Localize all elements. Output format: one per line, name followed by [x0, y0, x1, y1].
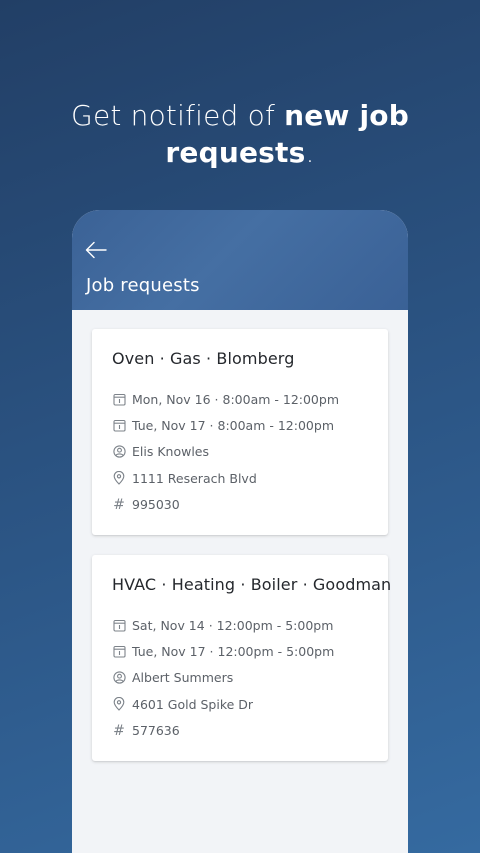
- phone-screen: Job requests Oven · Gas · Blomberg Mon, …: [72, 210, 408, 853]
- arrow-left-icon: [85, 241, 107, 259]
- app-bar: Job requests: [72, 210, 408, 310]
- back-button[interactable]: [82, 236, 110, 264]
- hash-icon: #: [113, 496, 125, 513]
- job-number-row: # 577636: [112, 718, 368, 744]
- job-number: 995030: [132, 497, 180, 513]
- time-slot-row: Tue, Nov 17 · 8:00am - 12:00pm: [112, 412, 368, 438]
- address-row: 4601 Gold Spike Dr: [112, 691, 368, 717]
- calendar-icon: [112, 645, 126, 659]
- job-title: HVAC · Heating · Boiler · Goodman: [112, 575, 392, 594]
- time-slot-text: Sat, Nov 14 · 12:00pm - 5:00pm: [132, 617, 334, 633]
- job-number-row: # 995030: [112, 492, 368, 518]
- headline-suffix: .: [305, 136, 315, 169]
- calendar-icon: [112, 392, 126, 406]
- headline-text: Get notified of: [71, 99, 285, 132]
- job-list: Oven · Gas · Blomberg Mon, Nov 16 · 8:00…: [72, 310, 408, 761]
- customer-row: Albert Summers: [112, 665, 368, 691]
- job-card[interactable]: Oven · Gas · Blomberg Mon, Nov 16 · 8:00…: [92, 329, 388, 535]
- calendar-icon: [112, 618, 126, 632]
- time-slot-text: Tue, Nov 17 · 12:00pm - 5:00pm: [132, 644, 335, 660]
- customer-row: Elis Knowles: [112, 439, 368, 465]
- job-number: 577636: [132, 723, 180, 739]
- address-text: 1111 Reserach Blvd: [132, 470, 257, 486]
- person-icon: [112, 671, 126, 685]
- person-icon: [112, 445, 126, 459]
- hash-icon: #: [113, 722, 125, 739]
- location-pin-icon: [112, 697, 126, 712]
- time-slot-text: Mon, Nov 16 · 8:00am - 12:00pm: [132, 391, 339, 407]
- page-title: Job requests: [86, 275, 200, 296]
- location-pin-icon: [112, 471, 126, 486]
- time-slot-text: Tue, Nov 17 · 8:00am - 12:00pm: [132, 418, 334, 434]
- address-text: 4601 Gold Spike Dr: [132, 696, 254, 712]
- job-title: Oven · Gas · Blomberg: [112, 349, 295, 368]
- time-slot-row: Sat, Nov 14 · 12:00pm - 5:00pm: [112, 612, 368, 638]
- customer-name: Elis Knowles: [132, 444, 209, 460]
- time-slot-row: Mon, Nov 16 · 8:00am - 12:00pm: [112, 386, 368, 412]
- promo-headline: Get notified of new job requests.: [0, 97, 480, 171]
- calendar-icon: [112, 419, 126, 433]
- customer-name: Albert Summers: [132, 670, 234, 686]
- address-row: 1111 Reserach Blvd: [112, 465, 368, 491]
- job-card[interactable]: HVAC · Heating · Boiler · Goodman Sat, N…: [92, 555, 392, 761]
- time-slot-row: Tue, Nov 17 · 12:00pm - 5:00pm: [112, 638, 368, 664]
